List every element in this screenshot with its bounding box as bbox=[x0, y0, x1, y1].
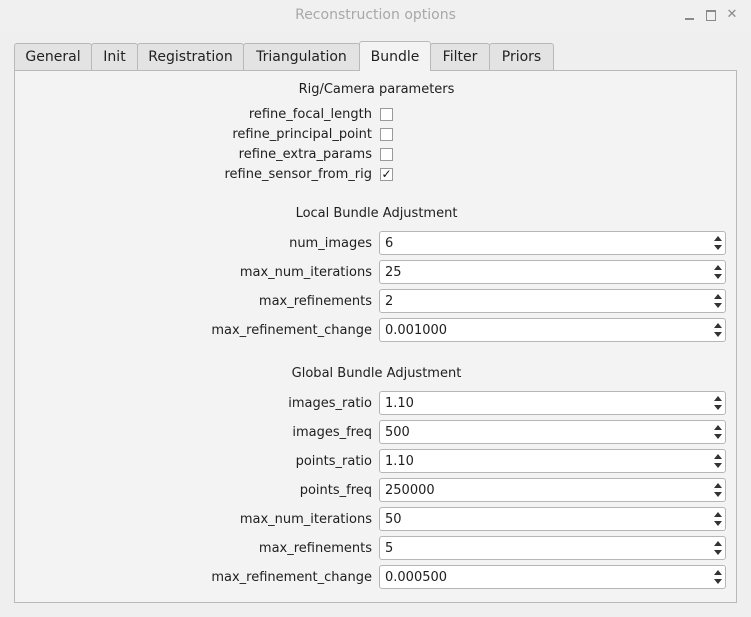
local-max-num-iterations-label: max_num_iterations bbox=[239, 265, 372, 280]
global-images-freq-spinbox[interactable]: 500 bbox=[379, 420, 726, 444]
spin-arrows-icon[interactable] bbox=[713, 292, 722, 310]
local-max-num-iterations-spinbox[interactable]: 25 bbox=[379, 260, 726, 284]
spin-arrows-icon[interactable] bbox=[713, 321, 722, 339]
local-num-images-spinbox[interactable]: 6 bbox=[379, 231, 726, 255]
window-title: Reconstruction options bbox=[295, 7, 456, 23]
local-ba-section-title: Local Bundle Adjustment bbox=[295, 206, 458, 221]
tab-filter[interactable]: Filter bbox=[430, 43, 490, 70]
spin-arrows-icon[interactable] bbox=[713, 423, 722, 441]
spin-arrows-icon[interactable] bbox=[713, 452, 722, 470]
local-max-refinements-spinbox[interactable]: 2 bbox=[379, 289, 726, 313]
title-bar: Reconstruction options ✕ bbox=[0, 0, 751, 32]
global-max-refinement-change-label: max_refinement_change bbox=[211, 570, 372, 585]
spin-arrows-icon[interactable] bbox=[713, 394, 722, 412]
tab-init[interactable]: Init bbox=[91, 43, 138, 70]
global-images-ratio-label: images_ratio bbox=[288, 396, 372, 411]
local-max-refinement-change-spinbox[interactable]: 0.001000 bbox=[379, 318, 726, 342]
refine-focal-length-label: refine_focal_length bbox=[248, 107, 372, 122]
tab-registration[interactable]: Registration bbox=[137, 43, 244, 70]
refine-extra-params-checkbox[interactable] bbox=[380, 148, 393, 161]
global-points-freq-label: points_freq bbox=[299, 483, 372, 498]
spin-arrows-icon[interactable] bbox=[713, 263, 722, 281]
spinbox-value: 50 bbox=[385, 512, 402, 527]
spin-arrows-icon[interactable] bbox=[713, 510, 722, 528]
tab-general[interactable]: General bbox=[14, 43, 92, 70]
spinbox-value: 0.001000 bbox=[385, 323, 448, 338]
spinbox-value: 2 bbox=[385, 294, 394, 309]
global-points-ratio-label: points_ratio bbox=[295, 454, 372, 469]
maximize-icon[interactable] bbox=[704, 8, 718, 22]
checkmark-icon: ✓ bbox=[381, 167, 392, 181]
spinbox-value: 500 bbox=[385, 425, 410, 440]
global-max-refinements-label: max_refinements bbox=[258, 541, 372, 556]
spinbox-value: 250000 bbox=[385, 483, 435, 498]
spinbox-value: 1.10 bbox=[385, 396, 414, 411]
global-ba-section-title: Global Bundle Adjustment bbox=[291, 366, 462, 381]
spin-arrows-icon[interactable] bbox=[713, 234, 722, 252]
global-max-num-iterations-spinbox[interactable]: 50 bbox=[379, 507, 726, 531]
global-points-freq-spinbox[interactable]: 250000 bbox=[379, 478, 726, 502]
local-max-refinements-label: max_refinements bbox=[258, 294, 372, 309]
refine-sensor-from-rig-checkbox[interactable]: ✓ bbox=[380, 168, 393, 181]
spinbox-value: 1.10 bbox=[385, 454, 414, 469]
global-images-ratio-spinbox[interactable]: 1.10 bbox=[379, 391, 726, 415]
rig-camera-section-title: Rig/Camera parameters bbox=[298, 82, 455, 97]
refine-principal-point-checkbox[interactable] bbox=[380, 128, 393, 141]
local-num-images-label: num_images bbox=[289, 236, 372, 251]
global-max-refinement-change-spinbox[interactable]: 0.000500 bbox=[379, 565, 726, 589]
global-max-refinements-spinbox[interactable]: 5 bbox=[379, 536, 726, 560]
global-points-ratio-spinbox[interactable]: 1.10 bbox=[379, 449, 726, 473]
spinbox-value: 6 bbox=[385, 236, 394, 251]
tab-triangulation[interactable]: Triangulation bbox=[243, 43, 360, 70]
spinbox-value: 25 bbox=[385, 265, 402, 280]
spinbox-value: 5 bbox=[385, 541, 394, 556]
refine-principal-point-label: refine_principal_point bbox=[232, 127, 372, 142]
tab-priors[interactable]: Priors bbox=[489, 43, 554, 70]
spin-arrows-icon[interactable] bbox=[713, 568, 722, 586]
global-max-num-iterations-label: max_num_iterations bbox=[239, 512, 372, 527]
refine-extra-params-label: refine_extra_params bbox=[238, 147, 372, 162]
spinbox-value: 0.000500 bbox=[385, 570, 448, 585]
spin-arrows-icon[interactable] bbox=[713, 539, 722, 557]
local-max-refinement-change-label: max_refinement_change bbox=[211, 323, 372, 338]
spin-arrows-icon[interactable] bbox=[713, 481, 722, 499]
refine-focal-length-checkbox[interactable] bbox=[380, 108, 393, 121]
minimize-icon[interactable] bbox=[682, 8, 696, 22]
tab-bundle[interactable]: Bundle bbox=[359, 41, 431, 71]
global-images-freq-label: images_freq bbox=[292, 425, 372, 440]
bundle-options-panel: Rig/Camera parameters refine_focal_lengt… bbox=[14, 70, 737, 603]
close-icon[interactable]: ✕ bbox=[725, 8, 739, 22]
refine-sensor-from-rig-label: refine_sensor_from_rig bbox=[224, 167, 372, 182]
